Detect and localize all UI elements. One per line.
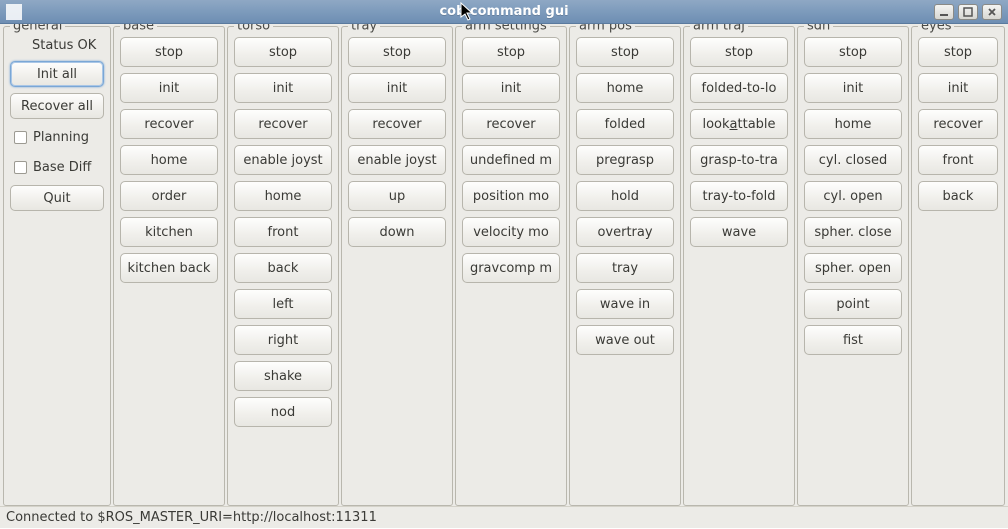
sdh-stop-button[interactable]: stop <box>804 37 902 67</box>
tray-enable-joystick-button[interactable]: enable joyst <box>348 145 446 175</box>
cursor-icon <box>460 2 476 26</box>
torso-left-button[interactable]: left <box>234 289 332 319</box>
col-general: general Status OK Init all Recover all P… <box>3 26 111 506</box>
armpos-pregrasp-button[interactable]: pregrasp <box>576 145 674 175</box>
col-title-arm-traj: arm traj <box>690 24 748 34</box>
col-sdh: sdh stop init home cyl. closed cyl. open… <box>797 26 909 506</box>
eyes-recover-button[interactable]: recover <box>918 109 998 139</box>
armset-undefined-mode-button[interactable]: undefined m <box>462 145 560 175</box>
col-base: base stop init recover home order kitche… <box>113 26 225 506</box>
base-diff-checkbox[interactable]: Base Diff <box>10 155 104 179</box>
tray-init-button[interactable]: init <box>348 73 446 103</box>
col-arm-traj: arm traj stop folded-to-lo lookattable g… <box>683 26 795 506</box>
armtraj-wave-button[interactable]: wave <box>690 217 788 247</box>
armset-init-button[interactable]: init <box>462 73 560 103</box>
planning-label: Planning <box>33 130 89 145</box>
sdh-home-button[interactable]: home <box>804 109 902 139</box>
eyes-stop-button[interactable]: stop <box>918 37 998 67</box>
sdh-cyl-closed-button[interactable]: cyl. closed <box>804 145 902 175</box>
armtraj-grasp-to-tra-button[interactable]: grasp-to-tra <box>690 145 788 175</box>
torso-recover-button[interactable]: recover <box>234 109 332 139</box>
app-icon <box>6 4 22 20</box>
init-all-button[interactable]: Init all <box>10 61 104 87</box>
col-eyes: eyes stop init recover front back <box>911 26 1005 506</box>
armtraj-folded-to-lo-button[interactable]: folded-to-lo <box>690 73 788 103</box>
torso-stop-button[interactable]: stop <box>234 37 332 67</box>
minimize-button[interactable] <box>934 4 954 20</box>
armpos-tray-button[interactable]: tray <box>576 253 674 283</box>
torso-back-button[interactable]: back <box>234 253 332 283</box>
eyes-back-button[interactable]: back <box>918 181 998 211</box>
armset-velocity-mode-button[interactable]: velocity mo <box>462 217 560 247</box>
base-init-button[interactable]: init <box>120 73 218 103</box>
col-arm-settings: arm settings stop init recover undefined… <box>455 26 567 506</box>
sdh-spher-close-button[interactable]: spher. close <box>804 217 902 247</box>
armtraj-stop-button[interactable]: stop <box>690 37 788 67</box>
sdh-spher-open-button[interactable]: spher. open <box>804 253 902 283</box>
checkbox-box-icon <box>14 161 27 174</box>
armpos-folded-button[interactable]: folded <box>576 109 674 139</box>
armpos-hold-button[interactable]: hold <box>576 181 674 211</box>
col-title-arm-settings: arm settings <box>462 24 550 34</box>
window-title: cob command gui <box>0 4 1008 19</box>
col-title-sdh: sdh <box>804 24 833 34</box>
sdh-init-button[interactable]: init <box>804 73 902 103</box>
sdh-cyl-open-button[interactable]: cyl. open <box>804 181 902 211</box>
col-torso: torso stop init recover enable joyst hom… <box>227 26 339 506</box>
col-arm-pos: arm pos stop home folded pregrasp hold o… <box>569 26 681 506</box>
sdh-point-button[interactable]: point <box>804 289 902 319</box>
close-button[interactable] <box>982 4 1002 20</box>
armpos-home-button[interactable]: home <box>576 73 674 103</box>
col-title-torso: torso <box>234 24 273 34</box>
torso-front-button[interactable]: front <box>234 217 332 247</box>
armset-position-mode-button[interactable]: position mo <box>462 181 560 211</box>
quit-button[interactable]: Quit <box>10 185 104 211</box>
armset-gravcomp-mode-button[interactable]: gravcomp m <box>462 253 560 283</box>
col-title-base: base <box>120 24 157 34</box>
armset-recover-button[interactable]: recover <box>462 109 560 139</box>
statusbar: Connected to $ROS_MASTER_URI=http://loca… <box>0 506 1008 528</box>
status-label: Status OK <box>10 37 104 55</box>
armpos-wave-in-button[interactable]: wave in <box>576 289 674 319</box>
armset-stop-button[interactable]: stop <box>462 37 560 67</box>
titlebar: cob command gui <box>0 0 1008 24</box>
base-order-button[interactable]: order <box>120 181 218 211</box>
armtraj-lookattable-button[interactable]: lookattable <box>690 109 788 139</box>
eyes-front-button[interactable]: front <box>918 145 998 175</box>
tray-stop-button[interactable]: stop <box>348 37 446 67</box>
col-title-general: general <box>10 24 65 34</box>
eyes-init-button[interactable]: init <box>918 73 998 103</box>
torso-init-button[interactable]: init <box>234 73 332 103</box>
maximize-button[interactable] <box>958 4 978 20</box>
col-tray: tray stop init recover enable joyst up d… <box>341 26 453 506</box>
base-kitchen-back-button[interactable]: kitchen back <box>120 253 218 283</box>
base-stop-button[interactable]: stop <box>120 37 218 67</box>
armpos-overtray-button[interactable]: overtray <box>576 217 674 247</box>
sdh-fist-button[interactable]: fist <box>804 325 902 355</box>
col-title-tray: tray <box>348 24 380 34</box>
base-recover-button[interactable]: recover <box>120 109 218 139</box>
torso-enable-joystick-button[interactable]: enable joyst <box>234 145 332 175</box>
tray-recover-button[interactable]: recover <box>348 109 446 139</box>
base-diff-label: Base Diff <box>33 160 91 175</box>
col-title-arm-pos: arm pos <box>576 24 635 34</box>
base-kitchen-button[interactable]: kitchen <box>120 217 218 247</box>
torso-nod-button[interactable]: nod <box>234 397 332 427</box>
planning-checkbox[interactable]: Planning <box>10 125 104 149</box>
tray-up-button[interactable]: up <box>348 181 446 211</box>
armtraj-tray-to-fold-button[interactable]: tray-to-fold <box>690 181 788 211</box>
torso-right-button[interactable]: right <box>234 325 332 355</box>
torso-home-button[interactable]: home <box>234 181 332 211</box>
recover-all-button[interactable]: Recover all <box>10 93 104 119</box>
tray-down-button[interactable]: down <box>348 217 446 247</box>
columns-container: general Status OK Init all Recover all P… <box>0 24 1008 506</box>
base-home-button[interactable]: home <box>120 145 218 175</box>
armpos-wave-out-button[interactable]: wave out <box>576 325 674 355</box>
checkbox-box-icon <box>14 131 27 144</box>
col-title-eyes: eyes <box>918 24 954 34</box>
armpos-stop-button[interactable]: stop <box>576 37 674 67</box>
torso-shake-button[interactable]: shake <box>234 361 332 391</box>
